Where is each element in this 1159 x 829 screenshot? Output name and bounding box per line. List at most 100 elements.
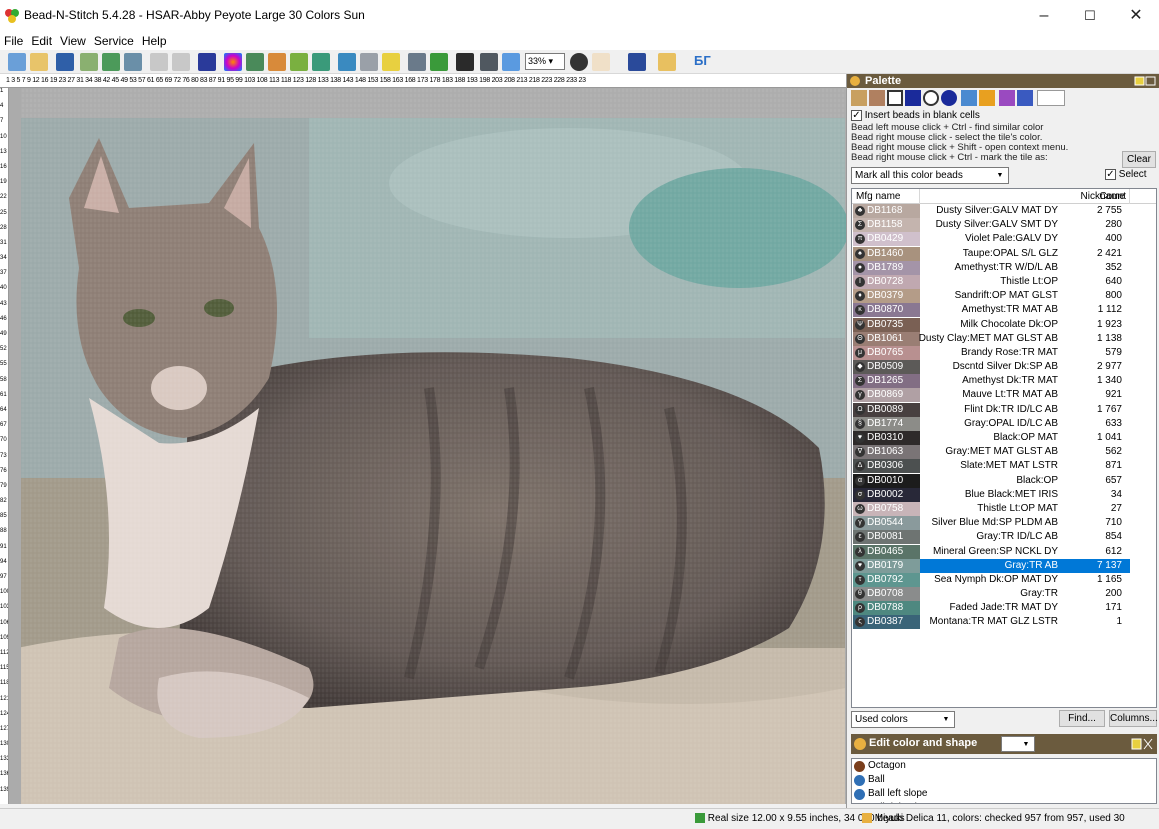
save-icon[interactable]: [56, 53, 74, 71]
color-row[interactable]: ◆ DB0509 Dscntd Silver Dk:SP AB 2 977: [852, 360, 1156, 375]
ellipse-outline-icon[interactable]: [923, 90, 939, 106]
color-row[interactable]: ♠ DB1460 Taupe:OPAL S/L GLZ 2 421: [852, 246, 1156, 261]
color-swatch-mfg[interactable]: θ DB0708: [853, 587, 920, 602]
rect-fill-icon[interactable]: [905, 90, 921, 106]
redo-icon[interactable]: [172, 53, 190, 71]
color-swatch-mfg[interactable]: ♥ DB0179: [853, 558, 920, 573]
print-icon[interactable]: [102, 53, 120, 71]
preview-icon[interactable]: [124, 53, 142, 71]
chart-icon[interactable]: [408, 53, 426, 71]
color-row[interactable]: I DB0728 Thistle Lt:OP 640: [852, 274, 1156, 289]
minimize-button[interactable]: –: [1021, 0, 1067, 32]
clear-button[interactable]: Clear: [1122, 151, 1156, 168]
color-swatch-mfg[interactable]: ρ DB0788: [853, 601, 920, 616]
maximize-button[interactable]: ☐: [1067, 0, 1113, 32]
color-row[interactable]: ρ DB0788 Faded Jade:TR MAT DY 171: [852, 601, 1156, 616]
color-swatch-mfg[interactable]: λ DB0465: [853, 544, 920, 559]
star-icon[interactable]: [430, 53, 448, 71]
grid-icon[interactable]: [198, 53, 216, 71]
pattern-icon[interactable]: [338, 53, 356, 71]
size-select[interactable]: [1037, 90, 1065, 106]
menu-view[interactable]: View: [56, 32, 90, 50]
grid-tool-icon[interactable]: [1017, 90, 1033, 106]
color-swatch-mfg[interactable]: π DB0429: [853, 232, 920, 247]
close-button[interactable]: ✕: [1113, 0, 1159, 32]
brush-icon[interactable]: [869, 90, 885, 106]
color-swatch-mfg[interactable]: Σ DB1158: [853, 218, 920, 233]
color-swatch-mfg[interactable]: ♦ DB0379: [853, 289, 920, 304]
color-swatch-mfg[interactable]: ◆ DB0509: [853, 360, 920, 375]
color-swatch-mfg[interactable]: Ψ DB0735: [853, 317, 920, 332]
color-row[interactable]: τ DB0792 Sea Nymph Dk:OP MAT DY 1 165: [852, 572, 1156, 587]
color-row[interactable]: ● DB1789 Amethyst:TR W/D/L AB 352: [852, 260, 1156, 275]
club-icon[interactable]: [628, 53, 646, 71]
menu-file[interactable]: File: [0, 32, 27, 50]
col-count[interactable]: Count: [1070, 189, 1130, 204]
select-toggle[interactable]: ✓ Select: [1105, 169, 1147, 180]
beads-icon[interactable]: [290, 53, 308, 71]
frame-icon[interactable]: [382, 53, 400, 71]
color-swatch-mfg[interactable]: ω DB0758: [853, 501, 920, 516]
color-row[interactable]: σ DB0002 Blue Black:MET IRIS 34: [852, 487, 1156, 502]
color-swatch-mfg[interactable]: σ DB0002: [853, 487, 920, 502]
eye-icon[interactable]: [570, 53, 588, 71]
color-swatch-mfg[interactable]: ∇ DB1063: [853, 445, 920, 460]
color-swatch-mfg[interactable]: ♠ DB1460: [853, 246, 920, 261]
open-folder-icon[interactable]: [30, 53, 48, 71]
color-row[interactable]: Ω DB0089 Flint Dk:TR ID/LC AB 1 767: [852, 402, 1156, 417]
color-wheel-icon[interactable]: [224, 53, 242, 71]
camera-icon[interactable]: [480, 53, 498, 71]
color-row[interactable]: θ DB0708 Gray:TR 200: [852, 587, 1156, 602]
color-row[interactable]: γ DB0544 Silver Blue Md:SP PLDM AB 710: [852, 516, 1156, 531]
fill-icon[interactable]: [961, 90, 977, 106]
picker-icon[interactable]: [999, 90, 1015, 106]
layout-icon[interactable]: [502, 53, 520, 71]
columns-button[interactable]: Columns...: [1109, 710, 1158, 727]
color-swatch-mfg[interactable]: μ DB0765: [853, 345, 920, 360]
color-swatch-mfg[interactable]: ε DB0081: [853, 530, 920, 545]
menu-edit[interactable]: Edit: [27, 32, 56, 50]
texture-icon[interactable]: [360, 53, 378, 71]
color-row[interactable]: ς DB0387 Montana:TR MAT GLZ LSTR 1: [852, 615, 1156, 630]
color-row[interactable]: Δ DB0306 Slate:MET MAT LSTR 871: [852, 459, 1156, 474]
color-row[interactable]: Θ DB1061 Dusty Clay:MET MAT GLST AB 1 138: [852, 331, 1156, 346]
menu-help[interactable]: Help: [138, 32, 171, 50]
replace-icon[interactable]: [979, 90, 995, 106]
palette-icon[interactable]: [268, 53, 286, 71]
insert-blank-row[interactable]: ✓ Insert beads in blank cells: [851, 110, 980, 121]
col-mfg[interactable]: Mfg name: [852, 189, 920, 204]
mark-mode-select[interactable]: Mark all this color beads ▼: [851, 167, 1009, 184]
export-icon[interactable]: [80, 53, 98, 71]
undo-icon[interactable]: [150, 53, 168, 71]
select-checkbox[interactable]: ✓: [1105, 169, 1116, 180]
new-icon[interactable]: [8, 53, 26, 71]
color-row[interactable]: Σ DB1265 Amethyst Dk:TR MAT 1 340: [852, 374, 1156, 389]
color-row[interactable]: ∇ DB1063 Gray:MET MAT GLST AB 562: [852, 445, 1156, 460]
shape-item[interactable]: Ball right slope: [852, 801, 1156, 803]
language-button[interactable]: БГ: [694, 53, 711, 68]
color-swatch-mfg[interactable]: ♥ DB0310: [853, 431, 920, 445]
color-swatch-mfg[interactable]: ♣ DB1168: [853, 204, 920, 218]
hand-icon[interactable]: [592, 53, 610, 71]
color-row[interactable]: ♣ DB1168 Dusty Silver:GALV MAT DY 2 755: [852, 204, 1156, 218]
color-row[interactable]: μ DB0765 Brandy Rose:TR MAT 579: [852, 345, 1156, 360]
color-swatch-mfg[interactable]: Σ DB1265: [853, 374, 920, 389]
color-swatch-mfg[interactable]: τ DB0792: [853, 572, 920, 587]
color-swatch-mfg[interactable]: ς DB0387: [853, 615, 920, 630]
necklace-icon[interactable]: [312, 53, 330, 71]
color-swatch-mfg[interactable]: γ DB0869: [853, 388, 920, 403]
tiles-icon[interactable]: [456, 53, 474, 71]
color-row[interactable]: Σ DB1158 Dusty Silver:GALV SMT DY 280: [852, 218, 1156, 233]
color-row[interactable]: ω DB0758 Thistle Lt:OP MAT 27: [852, 501, 1156, 516]
color-swatch-mfg[interactable]: κ DB0870: [853, 303, 920, 318]
color-row[interactable]: ε DB0081 Gray:TR ID/LC AB 854: [852, 530, 1156, 545]
color-row[interactable]: ♦ DB0379 Sandrift:OP MAT GLST 800: [852, 289, 1156, 304]
palette-dock-icon[interactable]: [1134, 76, 1156, 86]
color-row[interactable]: γ DB0869 Mauve Lt:TR MAT AB 921: [852, 388, 1156, 403]
color-swatch-mfg[interactable]: Θ DB1061: [853, 331, 920, 346]
shape-select[interactable]: ▼: [1001, 736, 1035, 752]
color-row[interactable]: λ DB0465 Mineral Green:SP NCKL DY 612: [852, 544, 1156, 559]
color-swatch-mfg[interactable]: Ω DB0089: [853, 402, 920, 417]
color-row[interactable]: § DB1774 Gray:OPAL ID/LC AB 633: [852, 416, 1156, 431]
color-row[interactable]: ♥ DB0179 Gray:TR AB 7 137: [852, 558, 1156, 573]
